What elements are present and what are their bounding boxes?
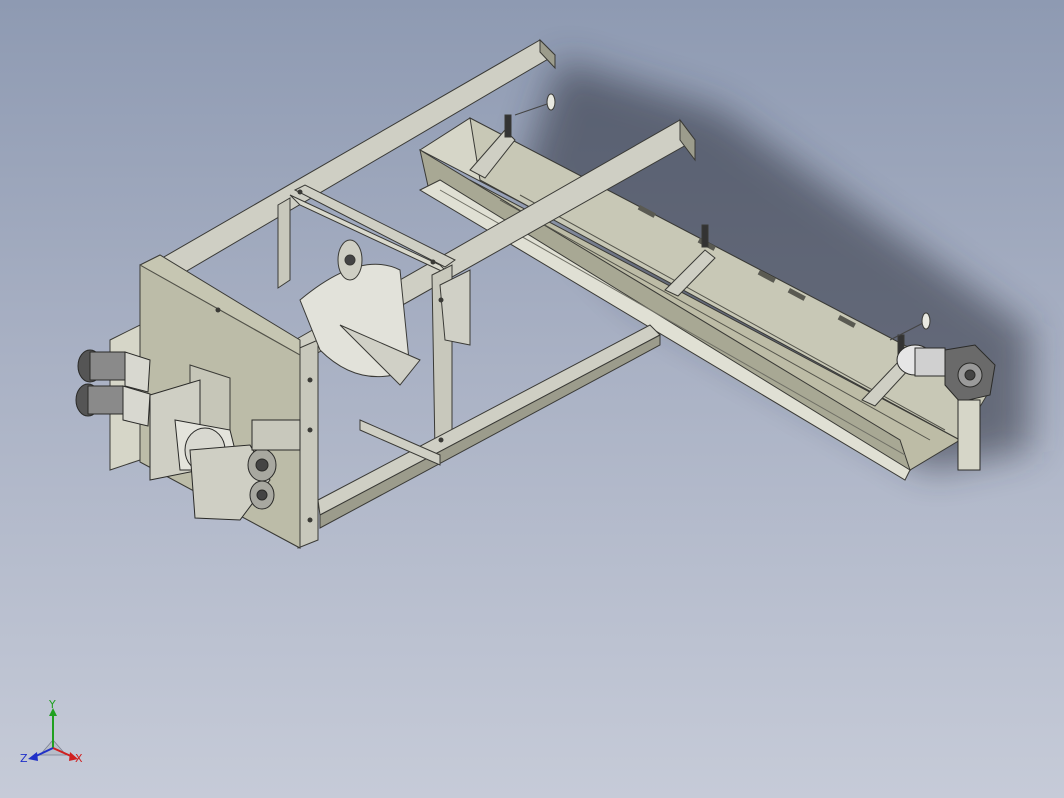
triad-x-label: X bbox=[75, 752, 83, 765]
orientation-triad: Y X Z bbox=[20, 700, 83, 765]
triad-z-label: Z bbox=[20, 752, 28, 765]
3d-model-assembly[interactable] bbox=[0, 0, 1064, 798]
graphics-viewport[interactable]: Y X Z bbox=[0, 0, 1064, 798]
z-axis-arrow-icon bbox=[28, 752, 38, 761]
triad-y-label: Y bbox=[48, 700, 56, 711]
